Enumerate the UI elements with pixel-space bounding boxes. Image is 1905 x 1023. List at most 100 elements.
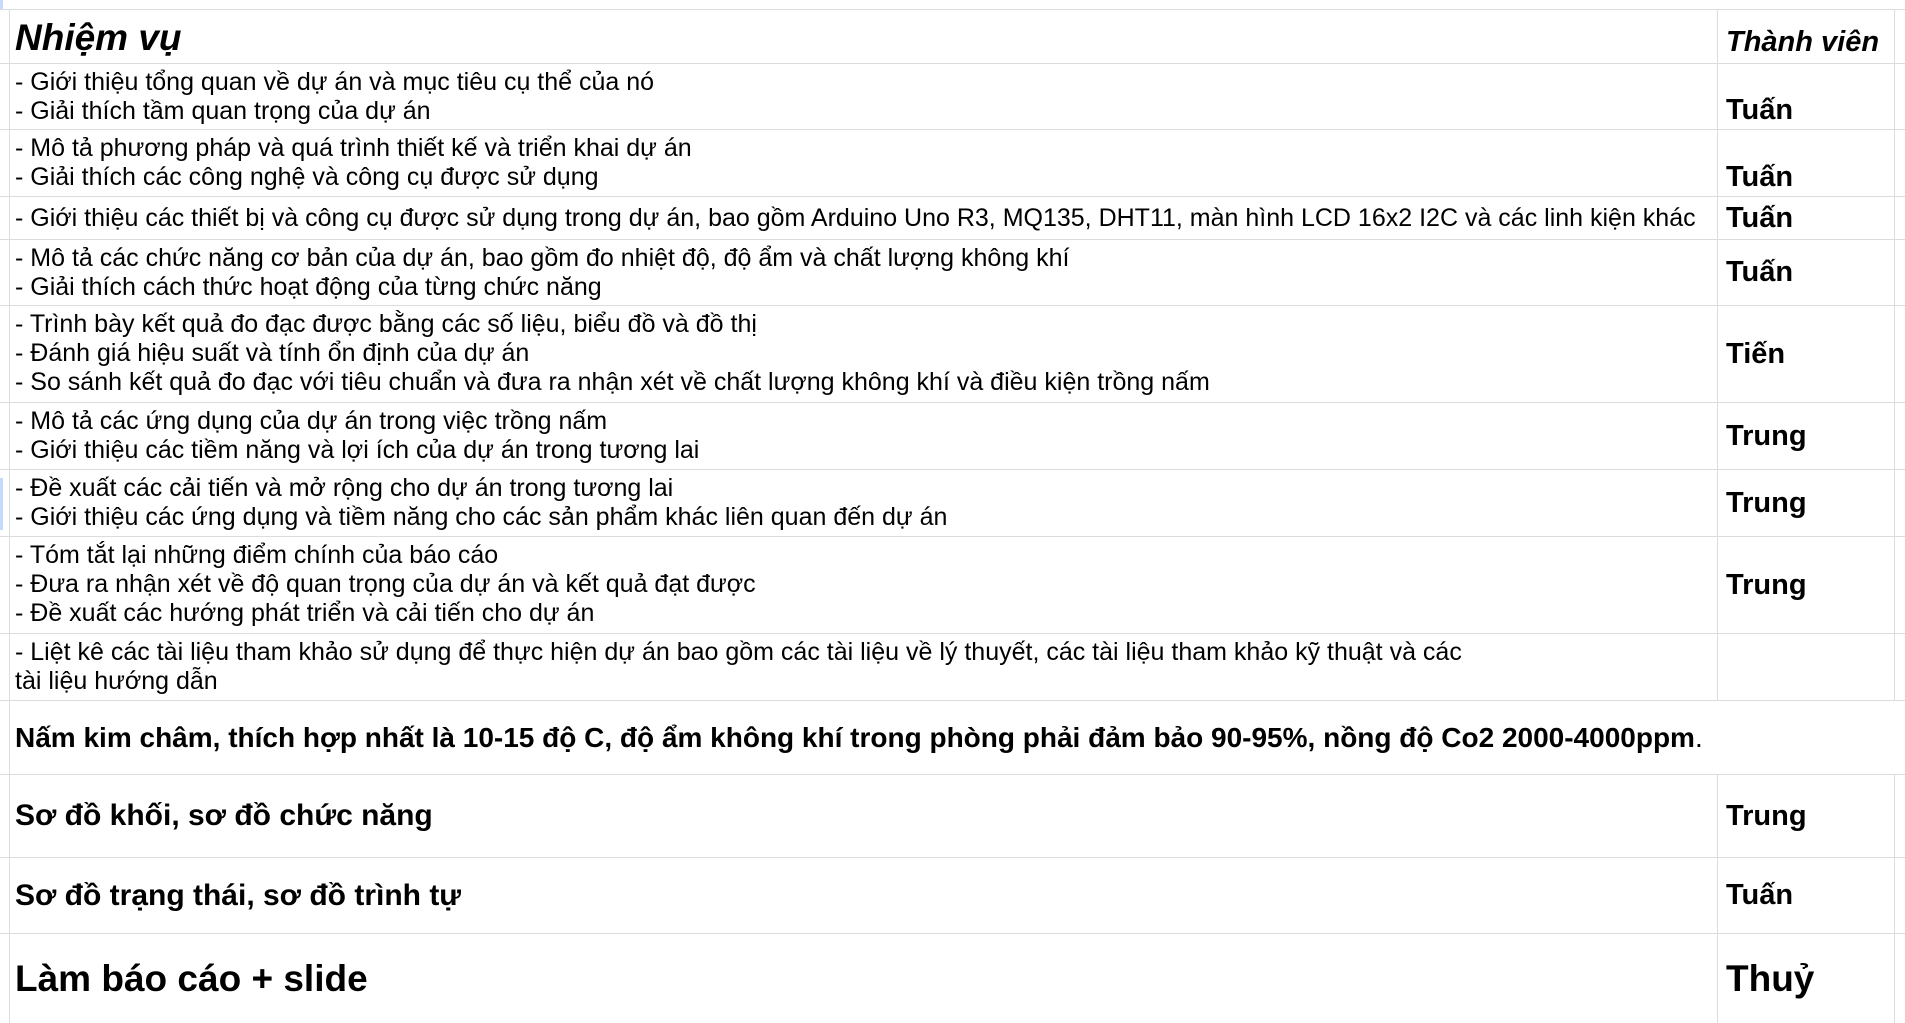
final-row: Làm báo cáo + slide Thuỷ xyxy=(0,934,1905,1023)
member-cell[interactable]: Tiến xyxy=(1718,306,1895,402)
row-gutter xyxy=(0,934,10,1023)
header-row: Nhiệm vụ Thành viên xyxy=(0,10,1905,64)
note-cell[interactable]: Nấm kim châm, thích hợp nhất là 10-15 độ… xyxy=(10,701,1895,774)
next-column-cell[interactable] xyxy=(1895,240,1905,305)
task-row: - Giới thiệu các thiết bị và công cụ đượ… xyxy=(0,197,1905,240)
note-row: Nấm kim châm, thích hợp nhất là 10-15 độ… xyxy=(0,701,1905,775)
task-line: - Mô tả các ứng dụng của dự án trong việ… xyxy=(15,407,608,435)
task-line: - Trình bày kết quả đo đạc được bằng các… xyxy=(15,310,757,338)
next-column-cell[interactable] xyxy=(1895,934,1905,1023)
member-cell[interactable]: Thuỷ xyxy=(1718,934,1895,1023)
member-name: Trung xyxy=(1726,486,1807,519)
task-line: - Đánh giá hiệu suất và tính ổn định của… xyxy=(15,339,530,367)
next-column-cell[interactable] xyxy=(1895,197,1905,239)
next-column-cell[interactable] xyxy=(1895,130,1905,196)
row-gutter xyxy=(0,130,10,196)
member-name: Thuỷ xyxy=(1726,957,1815,999)
final-task-text: Làm báo cáo + slide xyxy=(15,957,368,999)
task-line: - Mô tả các chức năng cơ bản của dự án, … xyxy=(15,244,1070,272)
note-text: Nấm kim châm, thích hợp nhất là 10-15 độ… xyxy=(15,722,1703,753)
task-row: - Mô tả các chức năng cơ bản của dự án, … xyxy=(0,240,1905,306)
member-cell[interactable]: Tuấn xyxy=(1718,130,1895,196)
member-cell[interactable]: Trung xyxy=(1718,470,1895,536)
member-name: Trung xyxy=(1726,568,1807,601)
task-row: - Giới thiệu tổng quan về dự án và mục t… xyxy=(0,64,1905,130)
task-header-cell[interactable]: Nhiệm vụ xyxy=(10,10,1718,63)
next-column-cell[interactable] xyxy=(1895,470,1905,536)
next-column-cell[interactable] xyxy=(1895,537,1905,633)
task-cell[interactable]: - Giới thiệu tổng quan về dự án và mục t… xyxy=(10,64,1718,129)
next-column-cell[interactable] xyxy=(1895,775,1905,857)
row-gutter xyxy=(0,775,10,857)
task-cell[interactable]: - Giới thiệu các thiết bị và công cụ đượ… xyxy=(10,197,1718,239)
member-name: Trung xyxy=(1726,419,1807,452)
member-cell[interactable]: Tuấn xyxy=(1718,240,1895,305)
task-line: - Đưa ra nhận xét về độ quan trọng của d… xyxy=(15,570,756,598)
section-row: Sơ đồ khối, sơ đồ chức năng Trung xyxy=(0,775,1905,858)
task-cell[interactable]: - Trình bày kết quả đo đạc được bằng các… xyxy=(10,306,1718,402)
member-name: Trung xyxy=(1726,799,1807,832)
task-line: - Giới thiệu các tiềm năng và lợi ích củ… xyxy=(15,436,700,464)
member-header-cell[interactable]: Thành viên xyxy=(1718,10,1895,63)
member-cell[interactable] xyxy=(1718,634,1895,700)
next-column-cell[interactable] xyxy=(1895,403,1905,469)
task-line: - Giới thiệu các ứng dụng và tiềm năng c… xyxy=(15,503,948,531)
member-cell[interactable]: Tuấn xyxy=(1718,197,1895,239)
row-gutter xyxy=(0,858,10,933)
row-gutter xyxy=(0,306,10,402)
task-row: - Mô tả các ứng dụng của dự án trong việ… xyxy=(0,403,1905,470)
row-gutter xyxy=(0,240,10,305)
task-cell[interactable]: - Tóm tắt lại những điểm chính của báo c… xyxy=(10,537,1718,633)
task-cell[interactable]: - Mô tả các chức năng cơ bản của dự án, … xyxy=(10,240,1718,305)
member-cell[interactable]: Trung xyxy=(1718,403,1895,469)
next-column-cell[interactable] xyxy=(1895,64,1905,129)
task-line: - Giải thích cách thức hoạt động của từn… xyxy=(15,273,602,301)
row-gutter-marker xyxy=(0,0,3,9)
task-cell[interactable]: - Mô tả các ứng dụng của dự án trong việ… xyxy=(10,403,1718,469)
row-gutter xyxy=(0,537,10,633)
task-line: - Giải thích các công nghệ và công cụ đư… xyxy=(15,163,599,191)
task-cell[interactable]: - Mô tả phương pháp và quá trình thiết k… xyxy=(10,130,1718,196)
task-row: - Liệt kê các tài liệu tham khảo sử dụng… xyxy=(0,634,1905,701)
next-column-cell[interactable] xyxy=(1895,858,1905,933)
task-line: - Đề xuất các cải tiến và mở rộng cho dự… xyxy=(15,474,674,502)
final-task-cell[interactable]: Làm báo cáo + slide xyxy=(10,934,1718,1023)
task-cell[interactable]: - Đề xuất các cải tiến và mở rộng cho dự… xyxy=(10,470,1718,536)
section-task-cell[interactable]: Sơ đồ trạng thái, sơ đồ trình tự xyxy=(10,858,1718,933)
task-line: - Giải thích tầm quan trọng của dự án xyxy=(15,97,431,125)
row-gutter xyxy=(0,10,10,63)
member-name: Tiến xyxy=(1726,337,1786,370)
section-task-cell[interactable]: Sơ đồ khối, sơ đồ chức năng xyxy=(10,775,1718,857)
member-cell[interactable]: Trung xyxy=(1718,775,1895,857)
spreadsheet-grid: Nhiệm vụ Thành viên - Giới thiệu tổng qu… xyxy=(0,0,1905,1023)
task-row: - Trình bày kết quả đo đạc được bằng các… xyxy=(0,306,1905,403)
task-cell[interactable]: - Liệt kê các tài liệu tham khảo sử dụng… xyxy=(10,634,1718,700)
next-column-cell[interactable] xyxy=(1895,10,1905,63)
section-task-text: Sơ đồ trạng thái, sơ đồ trình tự xyxy=(15,878,462,912)
task-row: - Mô tả phương pháp và quá trình thiết k… xyxy=(0,130,1905,197)
row-gutter xyxy=(0,403,10,469)
row-gutter xyxy=(0,634,10,700)
section-row: Sơ đồ trạng thái, sơ đồ trình tự Tuấn xyxy=(0,858,1905,934)
next-column-cell[interactable] xyxy=(1895,306,1905,402)
note-tail-text: . xyxy=(1694,722,1703,753)
task-header-label: Nhiệm vụ xyxy=(15,17,182,58)
row-gutter xyxy=(0,64,10,129)
section-task-text: Sơ đồ khối, sơ đồ chức năng xyxy=(15,799,433,832)
task-row: - Đề xuất các cải tiến và mở rộng cho dự… xyxy=(0,470,1905,537)
member-header-label: Thành viên xyxy=(1726,26,1880,58)
member-cell[interactable]: Tuấn xyxy=(1718,858,1895,933)
member-cell[interactable]: Tuấn xyxy=(1718,64,1895,129)
task-line: - Giới thiệu tổng quan về dự án và mục t… xyxy=(15,68,655,96)
member-name: Tuấn xyxy=(1726,94,1794,126)
task-line: - Mô tả phương pháp và quá trình thiết k… xyxy=(15,134,692,162)
task-line: - Liệt kê các tài liệu tham khảo sử dụng… xyxy=(15,638,1462,666)
task-line: - So sánh kết quả đo đạc với tiêu chuẩn … xyxy=(15,368,1210,396)
note-bold-text: Nấm kim châm, thích hợp nhất là 10-15 độ… xyxy=(15,722,1695,753)
task-line: tài liệu hướng dẫn xyxy=(15,667,218,695)
task-line: - Tóm tắt lại những điểm chính của báo c… xyxy=(15,541,499,569)
row-gutter xyxy=(0,197,10,239)
member-cell[interactable]: Trung xyxy=(1718,537,1895,633)
next-column-cell[interactable] xyxy=(1895,634,1905,700)
member-name: Tuấn xyxy=(1726,161,1794,193)
